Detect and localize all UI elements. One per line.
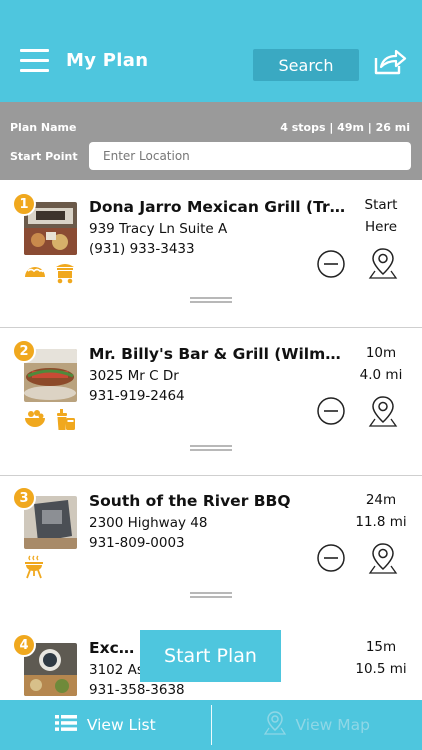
travel-time: 10m: [365, 345, 397, 361]
salad-bowl-icon: [23, 408, 47, 432]
restaurant-address: 3102 As: [89, 662, 144, 678]
grill-icon: [23, 555, 45, 579]
stop-item[interactable]: 3 South of the River BBQ 2300 Highway 48…: [0, 476, 422, 624]
app-header: My Plan Search: [0, 0, 422, 102]
map-pin-icon[interactable]: [367, 541, 399, 575]
drink-cup-icon: [53, 408, 77, 432]
map-pin-icon[interactable]: [367, 394, 399, 428]
category-icons: [23, 555, 45, 579]
restaurant-phone[interactable]: 931-358-3638: [89, 682, 185, 698]
stop-number-badge: 4: [12, 633, 36, 657]
stop-item[interactable]: 2 Mr. Billy's Bar & Grill (Wilma R… 3025…: [0, 328, 422, 476]
remove-stop-button[interactable]: [316, 543, 346, 573]
travel-distance: 11.8 mi: [355, 514, 407, 530]
view-list-label: View List: [86, 716, 156, 734]
stop-number-badge: 2: [12, 339, 36, 363]
view-map-tab[interactable]: View Map: [212, 700, 422, 750]
page-title: My Plan: [66, 50, 149, 71]
plan-summary-bar: Plan Name 4 stops | 49m | 26 mi Start Po…: [0, 102, 422, 180]
restaurant-phone[interactable]: 931-809-0003: [89, 535, 185, 551]
restaurant-address: 3025 Mr C Dr: [89, 368, 179, 384]
search-button[interactable]: Search: [253, 49, 359, 81]
restaurant-name[interactable]: South of the River BBQ: [89, 492, 349, 510]
category-icons: [23, 408, 77, 432]
drag-handle[interactable]: [190, 445, 232, 453]
share-icon[interactable]: [373, 48, 407, 76]
drag-handle[interactable]: [190, 592, 232, 600]
start-plan-button[interactable]: Start Plan: [140, 630, 281, 682]
remove-stop-button[interactable]: [316, 249, 346, 279]
food-cart-icon: [53, 262, 77, 284]
list-icon: [54, 715, 77, 735]
restaurant-name[interactable]: Excell: [89, 639, 139, 657]
view-map-label: View Map: [295, 716, 370, 734]
travel-time: 15m: [365, 639, 397, 655]
travel-time: 24m: [365, 492, 397, 508]
travel-distance: 10.5 mi: [355, 661, 407, 677]
start-location-input[interactable]: [89, 142, 411, 170]
category-icons: [23, 262, 77, 284]
taco-icon: [23, 262, 47, 284]
view-list-tab[interactable]: View List: [0, 700, 211, 750]
restaurant-address: 939 Tracy Ln Suite A: [89, 221, 228, 237]
drag-handle[interactable]: [190, 297, 232, 305]
bottom-nav: View List View Map: [0, 700, 422, 750]
travel-time: Start: [364, 197, 398, 213]
restaurant-name[interactable]: Mr. Billy's Bar & Grill (Wilma R…: [89, 345, 349, 363]
map-pin-icon[interactable]: [367, 246, 399, 280]
restaurant-address: 2300 Highway 48: [89, 515, 208, 531]
restaurant-phone[interactable]: (931) 933-3433: [89, 241, 195, 257]
start-point-label: Start Point: [10, 150, 78, 163]
tab-divider: [210, 705, 212, 745]
restaurant-phone[interactable]: 931-919-2464: [89, 388, 185, 404]
remove-stop-button[interactable]: [316, 396, 346, 426]
travel-distance: 4.0 mi: [359, 367, 403, 383]
menu-icon[interactable]: [20, 49, 49, 73]
travel-distance: Here: [364, 219, 398, 235]
restaurant-name[interactable]: Dona Jarro Mexican Grill (Trac…: [89, 198, 349, 216]
plan-name-label: Plan Name: [10, 121, 77, 134]
stop-number-badge: 3: [12, 486, 36, 510]
plan-stats: 4 stops | 49m | 26 mi: [280, 121, 410, 134]
map-pin-icon: [263, 711, 286, 739]
stop-number-badge: 1: [12, 192, 36, 216]
stop-item[interactable]: 1 Dona Jarro Mexican Grill (Trac… 939 Tr…: [0, 180, 422, 328]
